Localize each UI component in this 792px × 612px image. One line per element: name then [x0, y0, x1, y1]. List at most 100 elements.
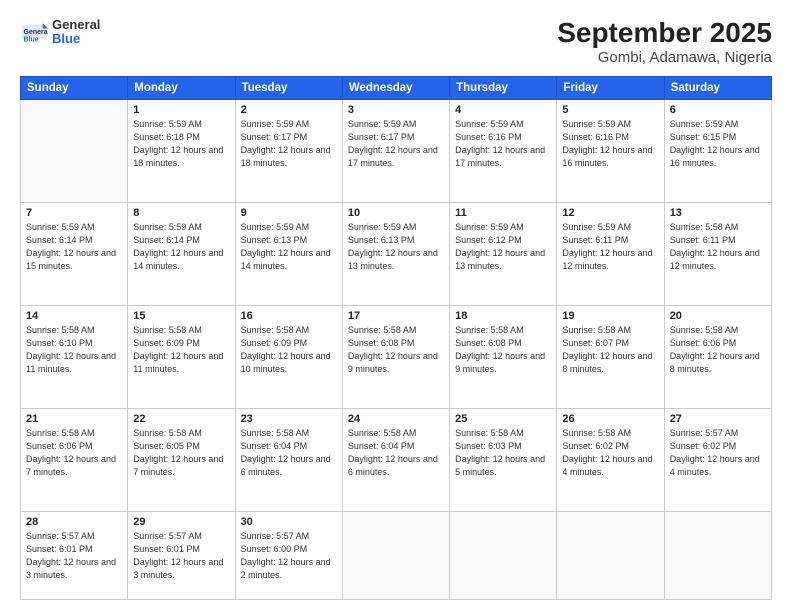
day-info: Sunrise: 5:58 AMSunset: 6:09 PMDaylight:… — [133, 324, 229, 376]
day-number: 24 — [348, 413, 444, 425]
calendar-cell — [557, 511, 664, 599]
day-number: 23 — [241, 413, 337, 425]
day-number: 18 — [455, 310, 551, 322]
calendar-cell: 12Sunrise: 5:59 AMSunset: 6:11 PMDayligh… — [557, 202, 664, 305]
calendar-cell — [342, 511, 449, 599]
day-info: Sunrise: 5:59 AMSunset: 6:17 PMDaylight:… — [241, 118, 337, 170]
day-info: Sunrise: 5:58 AMSunset: 6:03 PMDaylight:… — [455, 427, 551, 479]
day-info: Sunrise: 5:57 AMSunset: 6:00 PMDaylight:… — [241, 530, 337, 582]
weekday-header-sunday: Sunday — [21, 76, 128, 99]
day-info: Sunrise: 5:58 AMSunset: 6:04 PMDaylight:… — [348, 427, 444, 479]
day-number: 7 — [26, 207, 122, 219]
calendar-cell: 27 Sunrise: 5:57 AMSunset: 6:02 PMDayligh… — [664, 408, 771, 511]
calendar-cell: 1Sunrise: 5:59 AMSunset: 6:18 PMDaylight… — [128, 99, 235, 202]
logo: General Blue General Blue — [20, 18, 100, 47]
calendar-cell: 18 Sunrise: 5:58 AMSunset: 6:08 PMDayligh… — [450, 305, 557, 408]
weekday-header-tuesday: Tuesday — [235, 76, 342, 99]
calendar-cell: 10Sunrise: 5:59 AMSunset: 6:13 PMDayligh… — [342, 202, 449, 305]
week-row-1: 1Sunrise: 5:59 AMSunset: 6:18 PMDaylight… — [21, 99, 772, 202]
calendar-cell: 6 Sunrise: 5:59 AMSunset: 6:15 PMDaylight… — [664, 99, 771, 202]
day-number: 22 — [133, 413, 229, 425]
day-number: 10 — [348, 207, 444, 219]
calendar-cell: 15 Sunrise: 5:58 AMSunset: 6:09 PMDayligh… — [128, 305, 235, 408]
calendar-cell: 21 Sunrise: 5:58 AMSunset: 6:06 PMDayligh… — [21, 408, 128, 511]
day-number: 21 — [26, 413, 122, 425]
calendar-cell: 17Sunrise: 5:58 AMSunset: 6:08 PMDayligh… — [342, 305, 449, 408]
day-number: 19 — [562, 310, 658, 322]
day-info: Sunrise: 5:57 AMSunset: 6:01 PMDaylight:… — [133, 530, 229, 582]
day-info: Sunrise: 5:58 AMSunset: 6:08 PMDaylight:… — [455, 324, 551, 376]
week-row-2: 7 Sunrise: 5:59 AMSunset: 6:14 PMDaylight… — [21, 202, 772, 305]
day-number: 29 — [133, 516, 229, 528]
day-number: 13 — [670, 207, 766, 219]
day-number: 14 — [26, 310, 122, 322]
day-number: 4 — [455, 104, 551, 116]
calendar-cell: 24 Sunrise: 5:58 AMSunset: 6:04 PMDayligh… — [342, 408, 449, 511]
day-info: Sunrise: 5:59 AMSunset: 6:14 PMDaylight:… — [26, 221, 122, 273]
day-number: 2 — [241, 104, 337, 116]
weekday-header-monday: Monday — [128, 76, 235, 99]
calendar-cell: 11Sunrise: 5:59 AMSunset: 6:12 PMDayligh… — [450, 202, 557, 305]
weekday-header-thursday: Thursday — [450, 76, 557, 99]
weekday-header-friday: Friday — [557, 76, 664, 99]
day-info: Sunrise: 5:59 AMSunset: 6:16 PMDaylight:… — [562, 118, 658, 170]
svg-text:Blue: Blue — [24, 37, 39, 44]
calendar-cell — [21, 99, 128, 202]
calendar-cell: 23Sunrise: 5:58 AMSunset: 6:04 PMDayligh… — [235, 408, 342, 511]
day-info: Sunrise: 5:58 AMSunset: 6:09 PMDaylight:… — [241, 324, 337, 376]
calendar-cell: 30 Sunrise: 5:57 AMSunset: 6:00 PMDayligh… — [235, 511, 342, 599]
day-number: 15 — [133, 310, 229, 322]
calendar-subtitle: Gombi, Adamawa, Nigeria — [557, 49, 772, 66]
calendar-cell: 28 Sunrise: 5:57 AMSunset: 6:01 PMDayligh… — [21, 511, 128, 599]
day-number: 17 — [348, 310, 444, 322]
calendar-cell: 4 Sunrise: 5:59 AMSunset: 6:16 PMDaylight… — [450, 99, 557, 202]
calendar-cell: 3 Sunrise: 5:59 AMSunset: 6:17 PMDaylight… — [342, 99, 449, 202]
week-row-4: 21 Sunrise: 5:58 AMSunset: 6:06 PMDayligh… — [21, 408, 772, 511]
calendar-cell: 16 Sunrise: 5:58 AMSunset: 6:09 PMDayligh… — [235, 305, 342, 408]
day-info: Sunrise: 5:58 AMSunset: 6:11 PMDaylight:… — [670, 221, 766, 273]
day-info: Sunrise: 5:57 AMSunset: 6:01 PMDaylight:… — [26, 530, 122, 582]
day-number: 26 — [562, 413, 658, 425]
weekday-header-row: SundayMondayTuesdayWednesdayThursdayFrid… — [21, 76, 772, 99]
day-info: Sunrise: 5:58 AMSunset: 6:10 PMDaylight:… — [26, 324, 122, 376]
day-number: 3 — [348, 104, 444, 116]
calendar-cell: 9 Sunrise: 5:59 AMSunset: 6:13 PMDaylight… — [235, 202, 342, 305]
day-info: Sunrise: 5:57 AMSunset: 6:02 PMDaylight:… — [670, 427, 766, 479]
day-number: 30 — [241, 516, 337, 528]
page: General Blue General Blue September 2025… — [0, 0, 792, 612]
svg-text:General: General — [24, 29, 49, 36]
logo-general-text: General — [52, 18, 100, 32]
week-row-5: 28 Sunrise: 5:57 AMSunset: 6:01 PMDayligh… — [21, 511, 772, 599]
calendar-cell: 22 Sunrise: 5:58 AMSunset: 6:05 PMDayligh… — [128, 408, 235, 511]
calendar-cell: 26Sunrise: 5:58 AMSunset: 6:02 PMDayligh… — [557, 408, 664, 511]
calendar-title: September 2025 — [557, 18, 772, 49]
day-number: 27 — [670, 413, 766, 425]
logo-icon: General Blue — [20, 18, 48, 46]
day-info: Sunrise: 5:58 AMSunset: 6:05 PMDaylight:… — [133, 427, 229, 479]
calendar-cell: 13 Sunrise: 5:58 AMSunset: 6:11 PMDayligh… — [664, 202, 771, 305]
calendar-cell: 14 Sunrise: 5:58 AMSunset: 6:10 PMDayligh… — [21, 305, 128, 408]
day-number: 11 — [455, 207, 551, 219]
day-number: 28 — [26, 516, 122, 528]
weekday-header-wednesday: Wednesday — [342, 76, 449, 99]
day-number: 6 — [670, 104, 766, 116]
day-number: 9 — [241, 207, 337, 219]
calendar-cell: 5Sunrise: 5:59 AMSunset: 6:16 PMDaylight… — [557, 99, 664, 202]
day-info: Sunrise: 5:59 AMSunset: 6:15 PMDaylight:… — [670, 118, 766, 170]
calendar-cell: 25Sunrise: 5:58 AMSunset: 6:03 PMDayligh… — [450, 408, 557, 511]
day-number: 20 — [670, 310, 766, 322]
day-info: Sunrise: 5:58 AMSunset: 6:07 PMDaylight:… — [562, 324, 658, 376]
day-info: Sunrise: 5:59 AMSunset: 6:18 PMDaylight:… — [133, 118, 229, 170]
day-info: Sunrise: 5:59 AMSunset: 6:17 PMDaylight:… — [348, 118, 444, 170]
day-number: 16 — [241, 310, 337, 322]
day-number: 8 — [133, 207, 229, 219]
header: General Blue General Blue September 2025… — [20, 18, 772, 66]
calendar-cell: 20Sunrise: 5:58 AMSunset: 6:06 PMDayligh… — [664, 305, 771, 408]
calendar-cell: 2 Sunrise: 5:59 AMSunset: 6:17 PMDaylight… — [235, 99, 342, 202]
day-info: Sunrise: 5:59 AMSunset: 6:11 PMDaylight:… — [562, 221, 658, 273]
week-row-3: 14 Sunrise: 5:58 AMSunset: 6:10 PMDayligh… — [21, 305, 772, 408]
day-info: Sunrise: 5:59 AMSunset: 6:16 PMDaylight:… — [455, 118, 551, 170]
day-info: Sunrise: 5:59 AMSunset: 6:13 PMDaylight:… — [241, 221, 337, 273]
day-info: Sunrise: 5:58 AMSunset: 6:06 PMDaylight:… — [26, 427, 122, 479]
day-info: Sunrise: 5:59 AMSunset: 6:14 PMDaylight:… — [133, 221, 229, 273]
